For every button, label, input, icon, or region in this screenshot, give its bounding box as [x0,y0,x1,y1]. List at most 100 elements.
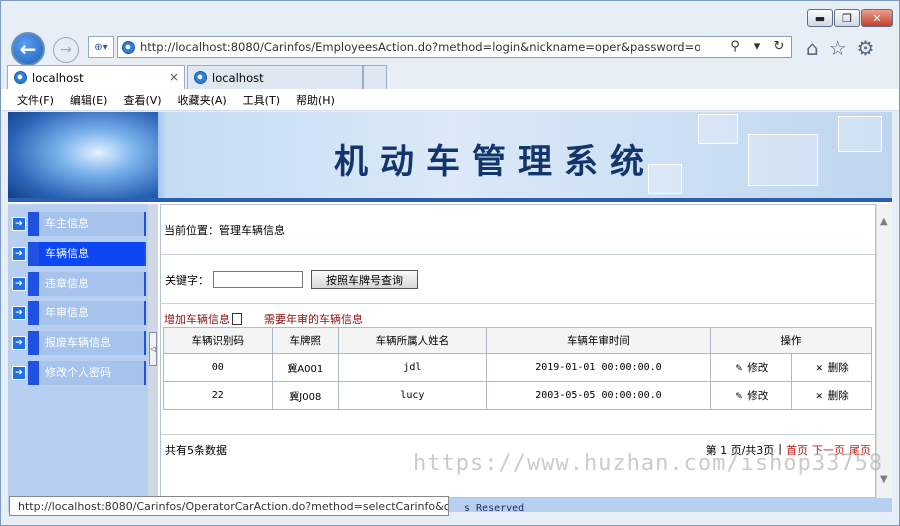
search-icon[interactable]: ⚲ [727,39,743,54]
cell-owner: jdl [337,353,487,382]
address-bar-icons: ⚲ ▾ ↻ [727,39,787,54]
sidebar-item-owner[interactable]: ➔ 车主信息 [10,212,146,236]
scroll-up-icon[interactable]: ▲ [880,216,888,227]
annual-review-vehicles-link[interactable]: 需要年审的车辆信息 [264,311,363,327]
sidebar-marker [28,301,39,325]
cell-plate: 冀J008 [271,381,339,410]
address-bar[interactable]: http://localhost:8080/Carinfos/Employees… [117,36,792,58]
title-bar: ▬ ❐ ✕ [1,1,899,31]
sidebar-marker [28,242,39,266]
menu-file[interactable]: 文件(F) [17,92,54,108]
forward-button[interactable]: → [53,37,79,63]
delete-x-icon: ✕ [815,389,823,402]
tab-localhost-active[interactable]: localhost × [7,65,185,89]
browser-toolbar-icons: ⌂ ☆ ⚙ [806,36,875,60]
favorites-star-icon[interactable]: ☆ [829,36,847,60]
column-header: 车辆所属人姓名 [337,327,487,354]
sidebar-marker [28,331,39,355]
cell-owner: lucy [337,381,487,410]
record-count: 共有5条数据 [165,443,227,457]
menu-help[interactable]: 帮助(H) [296,92,335,108]
delete-link[interactable]: ✕ 删除 [790,353,873,382]
tab-strip: localhost × localhost [1,65,899,89]
table-header-row: 车辆识别码 车牌照 车辆所属人姓名 车辆年审时间 操作 [163,327,872,354]
sidebar-item-label: 车辆信息 [39,242,144,266]
navigation-bar: ← → ⊕▾ http://localhost:8080/Carinfos/Em… [1,31,899,66]
delete-link[interactable]: ✕ 删除 [790,381,873,410]
column-header: 操作 [710,327,872,354]
sidebar-item-scrapped[interactable]: ➔ 报废车辆信息 [10,331,146,355]
home-icon[interactable]: ⌂ [806,36,819,60]
edit-link[interactable]: ✎ 修改 [710,381,792,410]
watermark-text: https://www.huzhan.com/ishop33758 [413,451,884,476]
cell-id: 22 [163,381,273,410]
table-row: 00 冀A001 jdl 2019-01-01 00:00:00.0 ✎ 修改 ✕… [163,353,873,382]
header-banner: 机动车管理系统 [8,112,892,202]
edit-label: 修改 [747,362,769,374]
sidebar-item-label: 年审信息 [39,301,144,325]
frame-splitter[interactable]: ◁ [148,204,158,498]
page-title: 机动车管理系统 [334,142,656,182]
cell-id: 00 [163,353,273,382]
pencil-icon: ✎ [735,389,743,402]
forward-arrow-icon: → [60,42,72,58]
keyword-label: 关键字： [165,273,209,287]
cell-date: 2019-01-01 00:00:00.0 [485,353,712,382]
sidebar-edge [144,242,146,266]
menu-edit[interactable]: 编辑(E) [70,92,108,108]
keyword-input[interactable] [213,271,303,288]
browser-window: ▬ ❐ ✕ ← → ⊕▾ http://localhost:8080/Carin… [0,0,900,526]
menu-view[interactable]: 查看(V) [123,92,161,108]
cell-date: 2003-05-05 00:00:00.0 [485,381,712,410]
search-bar: 关键字： 按照车牌号查询 [161,256,875,304]
arrow-right-icon: ➔ [12,217,26,231]
maximize-button[interactable]: ❐ [834,9,860,27]
menu-favorites[interactable]: 收藏夹(A) [178,92,227,108]
refresh-icon[interactable]: ↻ [771,39,787,54]
vehicle-table: 车辆识别码 车牌照 车辆所属人姓名 车辆年审时间 操作 00 冀A001 jdl… [163,327,873,410]
close-button[interactable]: ✕ [861,9,893,27]
sidebar-nav: ➔ 车主信息 ➔ 车辆信息 ➔ 违章信息 ➔ 年审信息 ➔ 报废车辆信息 ➔ 修… [8,204,148,498]
column-header: 车辆识别码 [163,327,273,354]
banner-cube-decoration [698,114,738,144]
sidebar-edge [144,361,146,385]
address-url[interactable]: http://localhost:8080/Carinfos/Employees… [140,40,700,54]
sidebar-marker [28,212,39,236]
add-vehicle-link[interactable]: 增加车辆信息 [164,311,242,327]
column-header: 车辆年审时间 [485,327,712,354]
add-document-icon [232,313,242,325]
cell-plate: 冀A001 [271,353,339,382]
chevron-down-icon[interactable]: ▾ [749,39,765,54]
banner-cube-decoration [838,116,882,152]
sidebar-item-label: 修改个人密码 [39,361,144,385]
tab-localhost[interactable]: localhost [187,65,363,89]
sidebar-item-label: 报废车辆信息 [39,331,144,355]
collapse-handle-icon[interactable]: ◁ [149,332,157,366]
column-header: 车牌照 [271,327,339,354]
sidebar-item-violation[interactable]: ➔ 违章信息 [10,272,146,296]
delete-x-icon: ✕ [815,361,823,374]
compatibility-view-button[interactable]: ⊕▾ [88,36,114,58]
arrow-right-icon: ➔ [12,366,26,380]
sidebar-item-annual-review[interactable]: ➔ 年审信息 [10,301,146,325]
new-tab-button[interactable] [363,65,387,89]
sidebar-item-change-password[interactable]: ➔ 修改个人密码 [10,361,146,385]
back-button[interactable]: ← [11,32,45,66]
gear-icon[interactable]: ⚙ [857,36,875,60]
arrow-right-icon: ➔ [12,336,26,350]
tab-label: localhost [32,70,84,85]
edit-link[interactable]: ✎ 修改 [710,353,792,382]
search-by-plate-button[interactable]: 按照车牌号查询 [311,270,418,289]
minimize-button[interactable]: ▬ [807,9,833,27]
tab-close-icon[interactable]: × [169,70,179,84]
delete-label: 删除 [827,390,849,402]
sidebar-item-vehicle[interactable]: ➔ 车辆信息 [10,242,146,266]
sidebar-edge [144,212,146,236]
ie-tab-icon [14,71,27,84]
copyright-text: s Reserved [464,503,525,514]
page-content: 机动车管理系统 ➔ 车主信息 ➔ 车辆信息 ➔ 违章信息 ➔ 年审信息 ➔ 报废… [8,112,892,514]
status-bar-url: http://localhost:8080/Carinfos/OperatorC… [9,496,449,516]
arrow-right-icon: ➔ [12,277,26,291]
pencil-icon: ✎ [735,361,743,374]
menu-tools[interactable]: 工具(T) [243,92,280,108]
